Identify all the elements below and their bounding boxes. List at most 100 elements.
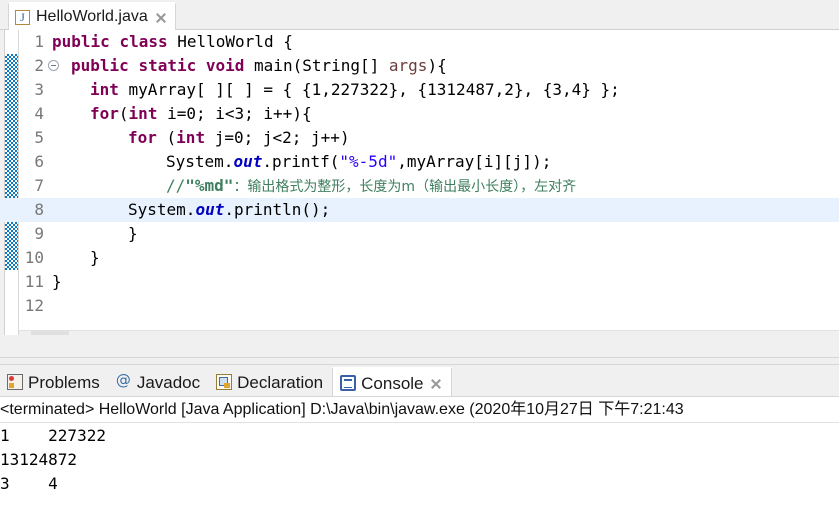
token-plain: i=0; i<3; i++){ (157, 104, 312, 123)
token-plain: ,myArray[i][j]); (397, 152, 552, 171)
scrollbar-thumb[interactable]: « (31, 331, 69, 335)
code-line[interactable]: 9 } (0, 222, 839, 246)
token-plain: .printf( (262, 152, 340, 171)
line-number: 1 (34, 32, 44, 51)
token-plain: } (128, 224, 138, 243)
token-keyword: int (128, 104, 158, 123)
token-plain: } (90, 248, 100, 267)
bottom-view-tabbar: Problems Javadoc Declaration Console (0, 365, 839, 397)
tab-declaration[interactable]: Declaration (209, 367, 332, 397)
token-plain: HelloWorld { (167, 32, 293, 51)
console-launch-status: <terminated> HelloWorld [Java Applicatio… (0, 397, 839, 423)
line-number: 4 (34, 104, 44, 123)
chevron-left-icon[interactable]: « (45, 333, 55, 336)
token-field: out (195, 200, 225, 219)
editor-tabbar: HelloWorld.java (0, 0, 839, 30)
tab-problems[interactable]: Problems (0, 367, 109, 397)
editor-horizontal-scrollbar[interactable]: « (19, 330, 839, 335)
token-keyword: static (138, 56, 197, 75)
code-area[interactable]: 1 public class HelloWorld { 2 public sta… (0, 30, 839, 320)
token-keyword: public (71, 56, 129, 75)
token-plain: ( (118, 104, 129, 123)
token-keyword: int (90, 80, 119, 99)
code-line[interactable]: 5 for (int j=0; j<2; j++) (0, 126, 839, 150)
line-number: 12 (24, 296, 44, 315)
close-icon[interactable] (154, 11, 167, 24)
token-plain: j=0; j<2; j++) (205, 128, 350, 147)
token-plain: .println(); (224, 200, 331, 219)
line-number: 6 (34, 152, 44, 171)
editor-tab-helloworld[interactable]: HelloWorld.java (8, 2, 176, 30)
token-plain: myArray[ ][ ] = { {1,227322}, {1312487,2… (118, 80, 620, 99)
token-plain: ){ (427, 56, 447, 75)
code-line-current[interactable]: 8 System.out.println(); (0, 198, 839, 222)
token-keyword: class (119, 32, 168, 51)
javadoc-icon (116, 371, 132, 390)
code-text: } (128, 222, 138, 246)
code-line[interactable]: 3 int myArray[ ][ ] = { {1,227322}, {131… (0, 78, 839, 102)
line-number: 11 (24, 272, 44, 291)
code-line[interactable]: 11 } (0, 270, 839, 294)
token-keyword: for (128, 128, 157, 147)
tab-declaration-label: Declaration (237, 372, 324, 392)
code-text: //"%md"：输出格式为整形，长度为m（输出最小长度），左对齐 (166, 174, 576, 199)
collapse-fold-icon[interactable] (48, 60, 59, 71)
code-text: System.out.printf("%-5d",myArray[i][j]); (166, 150, 551, 174)
line-number: 2 (34, 56, 44, 75)
code-editor[interactable]: 1 public class HelloWorld { 2 public sta… (0, 30, 839, 335)
console-icon (340, 375, 357, 391)
code-text: int myArray[ ][ ] = { {1,227322}, {13124… (90, 78, 620, 102)
code-line[interactable]: 6 System.out.printf("%-5d",myArray[i][j]… (0, 150, 839, 174)
eclipse-ide-window: HelloWorld.java 1 public class HelloWorl… (0, 0, 839, 531)
code-line[interactable]: 1 public class HelloWorld { (0, 30, 839, 54)
tab-javadoc[interactable]: Javadoc (109, 367, 209, 397)
code-text: } (52, 270, 62, 294)
token-field: out (233, 152, 263, 171)
token-comment-text: ：输出格式为整形，长度为m（输出最小长度），左对齐 (233, 179, 577, 195)
problems-icon (7, 374, 23, 390)
line-number: 8 (34, 200, 44, 219)
code-line[interactable]: 10 } (0, 246, 839, 270)
tab-console-label: Console (361, 373, 424, 393)
token-keyword: void (205, 56, 245, 75)
line-number: 9 (34, 224, 44, 243)
code-text: } (90, 246, 100, 270)
token-plain: ( (156, 128, 177, 147)
line-number: 3 (34, 80, 44, 99)
console-output-line: 13124872 (0, 450, 78, 469)
code-line[interactable]: 12 (0, 294, 839, 318)
code-line[interactable]: 4 for(int i=0; i<3; i++){ (0, 102, 839, 126)
tab-problems-label: Problems (28, 372, 100, 392)
console-output[interactable]: 1 227322 13124872 3 4 (0, 424, 839, 496)
code-line[interactable]: 7 //"%md"：输出格式为整形，长度为m（输出最小长度），左对齐 (0, 174, 839, 198)
panel-splitter[interactable] (0, 357, 839, 365)
console-output-line: 1 227322 (0, 426, 106, 445)
token-keyword: for (90, 104, 119, 123)
editor-tab-label: HelloWorld.java (36, 8, 148, 25)
token-comment-code: "%md" (185, 176, 234, 195)
code-text: System.out.println(); (128, 198, 330, 222)
tab-javadoc-label: Javadoc (136, 372, 201, 392)
code-text: for (int j=0; j<2; j++) (128, 126, 350, 150)
close-icon[interactable] (429, 377, 442, 390)
token-parameter: args (388, 56, 428, 75)
code-text: for(int i=0; i<3; i++){ (90, 102, 312, 126)
token-string: "%-5d" (339, 152, 398, 171)
line-number: 10 (24, 248, 44, 267)
declaration-icon (216, 374, 233, 390)
token-keyword: public (52, 32, 110, 51)
console-output-line: 3 4 (0, 474, 58, 493)
tab-console[interactable]: Console (332, 367, 452, 397)
console-view[interactable]: <terminated> HelloWorld [Java Applicatio… (0, 396, 839, 531)
line-number: 5 (34, 128, 44, 147)
line-number: 7 (34, 176, 44, 195)
code-line[interactable]: 2 public static void main(String[] args)… (0, 54, 839, 78)
token-plain: main(String[] (244, 56, 389, 75)
token-plain: } (52, 272, 62, 291)
token-plain: System. (128, 200, 196, 219)
java-file-icon (15, 9, 30, 25)
token-plain: System. (166, 152, 234, 171)
token-comment: // (166, 176, 186, 195)
code-text: public class HelloWorld { (52, 30, 293, 54)
code-text: public static void main(String[] args){ (71, 54, 447, 78)
